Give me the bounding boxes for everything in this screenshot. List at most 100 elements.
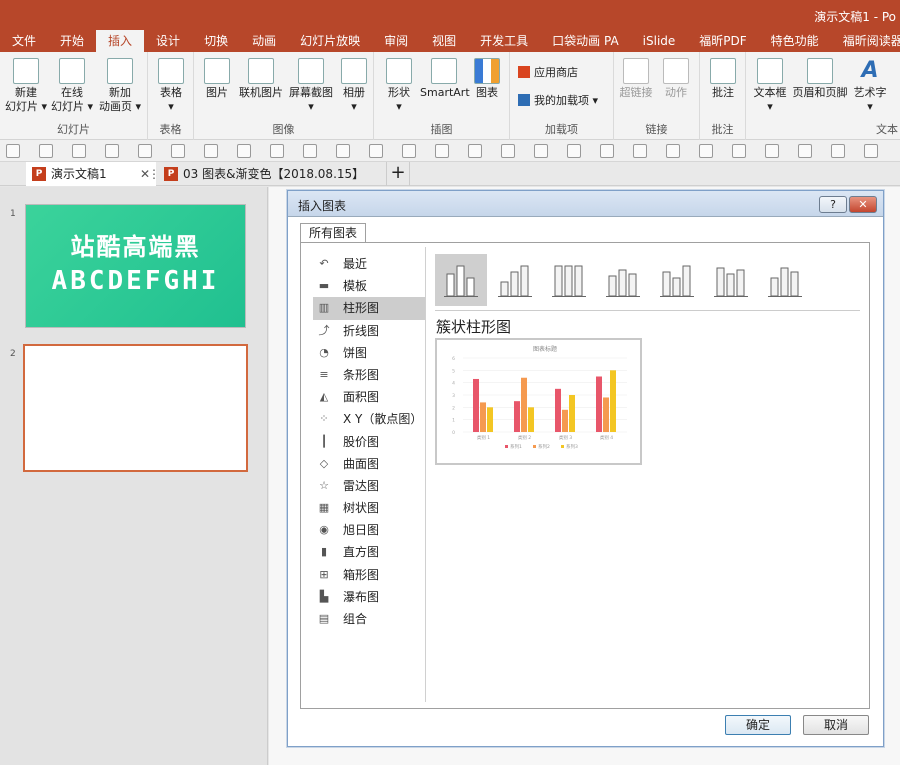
menu-tab-0[interactable]: 文件 — [0, 30, 48, 52]
chart-category-4[interactable]: ◔ 饼图 — [313, 342, 425, 364]
shapes-button[interactable]: 形状 ▾ — [382, 58, 416, 114]
shape-icon[interactable] — [336, 144, 350, 158]
chart-category-15[interactable]: ▙ 瀑布图 — [313, 586, 425, 608]
fill-icon[interactable] — [600, 144, 614, 158]
menu-tab-3[interactable]: 设计 — [144, 30, 192, 52]
table-button[interactable]: 表格 ▾ — [156, 58, 186, 114]
menu-tab-4[interactable]: 切换 — [192, 30, 240, 52]
chart-subtype-0[interactable] — [435, 254, 487, 306]
menu-tab-13[interactable]: 特色功能 — [759, 30, 831, 52]
ok-button[interactable]: 确定 — [725, 715, 791, 735]
group-icon[interactable] — [666, 144, 680, 158]
store-button[interactable]: 应用商店 — [518, 64, 578, 80]
menu-tab-7[interactable]: 审阅 — [372, 30, 420, 52]
menu-tab-5[interactable]: 动画 — [240, 30, 288, 52]
text-icon[interactable] — [501, 144, 515, 158]
preview-icon[interactable] — [171, 144, 185, 158]
menu-tab-14[interactable]: 福昕阅读器 — [831, 30, 900, 52]
slide-thumbnail-2[interactable] — [23, 344, 248, 472]
chart-category-12[interactable]: ◉ 旭日图 — [313, 519, 425, 541]
new-icon[interactable] — [72, 144, 86, 158]
chart-category-7[interactable]: ⁘ X Y（散点图） — [313, 408, 425, 430]
action-button[interactable]: 动作 — [658, 58, 694, 100]
menu-tab-8[interactable]: 视图 — [420, 30, 468, 52]
chart-category-16[interactable]: ▤ 组合 — [313, 608, 425, 630]
tab-document-2[interactable]: P 03 图表&渐变色【2018.08.15】 — [158, 162, 370, 186]
open-icon[interactable] — [39, 144, 53, 158]
chart-category-8[interactable]: ┃ 股价图 — [313, 431, 425, 453]
undo-icon[interactable] — [237, 144, 251, 158]
screenshot-button[interactable]: 屏幕截图 ▾ — [288, 58, 334, 114]
hyperlink-button[interactable]: 超链接 — [618, 58, 654, 100]
tab-document-1[interactable]: P 演示文稿1 ✕ — [26, 162, 156, 186]
my-addins-button[interactable]: 我的加载项 ▾ — [518, 92, 598, 108]
chart-subtype-6[interactable] — [759, 254, 811, 306]
distribute-icon[interactable] — [864, 144, 878, 158]
crop-icon[interactable] — [732, 144, 746, 158]
paint-icon[interactable] — [303, 144, 317, 158]
menu-tab-11[interactable]: iSlide — [631, 30, 688, 52]
touch-icon[interactable] — [105, 144, 119, 158]
close-button[interactable]: ✕ — [849, 196, 877, 213]
help-button[interactable]: ? — [819, 196, 847, 213]
chart-subtype-5[interactable] — [705, 254, 757, 306]
chart-subtype-3[interactable] — [597, 254, 649, 306]
format-icon[interactable] — [369, 144, 383, 158]
online-picture-button[interactable]: 联机图片 — [236, 58, 286, 100]
shapes-label: 形状 ▾ — [388, 86, 410, 113]
comment-button[interactable]: 批注 — [707, 58, 739, 100]
pen-icon[interactable] — [435, 144, 449, 158]
chart-category-13[interactable]: ▮ 直方图 — [313, 541, 425, 563]
picture-button[interactable]: 图片 — [200, 58, 234, 100]
font-color-icon[interactable] — [468, 144, 482, 158]
slide-thumbnail-1[interactable]: 站酷高端黑 ABCDEFGHI — [25, 204, 246, 328]
layout-icon[interactable] — [798, 144, 812, 158]
new-slide-button[interactable]: 新建 幻灯片 ▾ — [4, 58, 48, 114]
online-slide-button[interactable]: 在线 幻灯片 ▾ — [50, 58, 94, 114]
chart-category-9[interactable]: ◇ 曲面图 — [313, 453, 425, 475]
smartart-button[interactable]: SmartArt — [420, 58, 470, 100]
new-anim-page-button[interactable]: 新加 动画页 ▾ — [98, 58, 142, 114]
spellcheck-icon[interactable] — [138, 144, 152, 158]
chart-category-14[interactable]: ⊞ 箱形图 — [313, 564, 425, 586]
chart-subtype-4[interactable] — [651, 254, 703, 306]
menu-tab-9[interactable]: 开发工具 — [468, 30, 540, 52]
grid-icon[interactable] — [534, 144, 548, 158]
align-icon[interactable] — [567, 144, 581, 158]
chart-category-2[interactable]: ▥ 柱形图 — [313, 297, 425, 320]
chart-category-5[interactable]: ≡ 条形图 — [313, 364, 425, 386]
chart-category-3[interactable]: ⤴ 折线图 — [313, 320, 425, 342]
album-button[interactable]: 相册 ▾ — [338, 58, 370, 114]
tab-all-charts[interactable]: 所有图表 — [300, 223, 367, 243]
menu-tab-2[interactable]: 插入 — [96, 30, 145, 52]
new-tab-button[interactable]: + — [386, 162, 410, 186]
chart-category-6[interactable]: ◭ 面积图 — [313, 386, 425, 408]
menu-tab-6[interactable]: 幻灯片放映 — [288, 30, 372, 52]
print-icon[interactable] — [204, 144, 218, 158]
chart-subtype-1[interactable] — [489, 254, 541, 306]
chart-category-1[interactable]: ▬ 模板 — [313, 275, 425, 297]
header-footer-button[interactable]: 页眉和页脚 — [792, 58, 848, 100]
menu-tab-10[interactable]: 口袋动画 PA — [540, 30, 631, 52]
arrange-icon[interactable] — [633, 144, 647, 158]
textbox-button[interactable]: 文本框 ▾ — [750, 58, 790, 114]
chart-preview[interactable]: 图表标题 0 1 2 3 4 5 6 类别 1 类别 2 类别 3 类别 4 系列1 系列2 系列3 — [435, 338, 642, 465]
chart-category-11[interactable]: ▦ 树状图 — [313, 497, 425, 519]
legend-label: 系列2 — [538, 443, 550, 450]
table-icon[interactable] — [765, 144, 779, 158]
chart-category-0[interactable]: ↶ 最近 — [313, 253, 425, 275]
chart-subtype-2[interactable] — [543, 254, 595, 306]
chart-button[interactable]: 图表 — [472, 58, 502, 100]
rotate-icon[interactable] — [699, 144, 713, 158]
menu-tab-12[interactable]: 福昕PDF — [687, 30, 758, 52]
save-icon[interactable] — [6, 144, 20, 158]
redo-icon[interactable] — [270, 144, 284, 158]
header-footer-label: 页眉和页脚 — [792, 86, 848, 99]
copy-icon[interactable] — [831, 144, 845, 158]
select-icon[interactable] — [402, 144, 416, 158]
chart-category-10[interactable]: ☆ 雷达图 — [313, 475, 425, 497]
chart-category-label: 条形图 — [343, 367, 380, 382]
wordart-button[interactable]: A 艺术字 ▾ — [850, 58, 890, 114]
menu-tab-1[interactable]: 开始 — [48, 30, 96, 52]
cancel-button[interactable]: 取消 — [803, 715, 869, 735]
